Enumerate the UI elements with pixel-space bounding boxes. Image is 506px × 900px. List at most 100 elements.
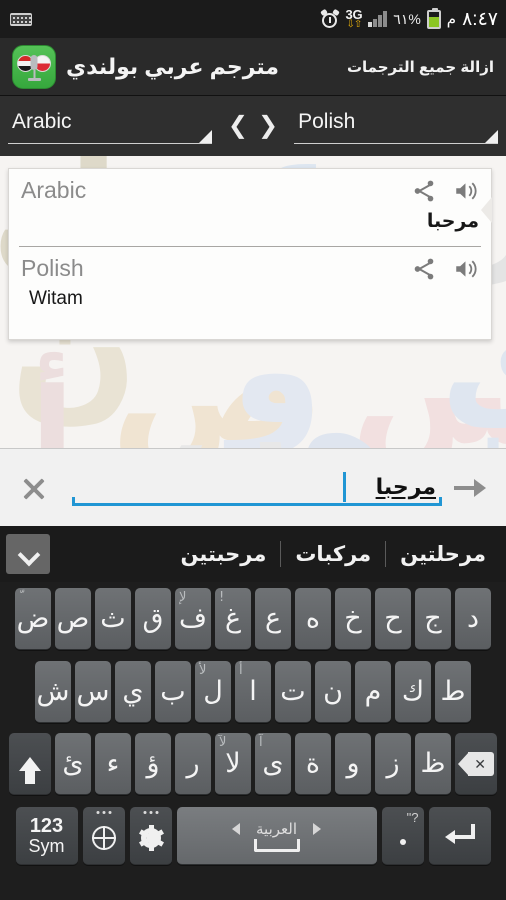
expand-suggestions-button[interactable] bbox=[6, 534, 50, 574]
space-key[interactable]: العربية bbox=[176, 807, 377, 865]
key-daad[interactable]: ّض bbox=[15, 588, 51, 650]
key-label: ه bbox=[305, 603, 321, 634]
key-label: م bbox=[364, 676, 382, 707]
enter-icon bbox=[444, 823, 475, 848]
target-section-header: Polish bbox=[21, 255, 479, 282]
key-alef[interactable]: أا bbox=[235, 661, 271, 723]
am-pm-label: م bbox=[446, 11, 457, 28]
chevron-down-icon bbox=[19, 545, 37, 563]
suggestion-item[interactable]: مركبات bbox=[281, 542, 385, 567]
target-section: Polish Witam bbox=[9, 247, 491, 318]
key-noon[interactable]: ن bbox=[315, 661, 351, 723]
key-label: ر bbox=[186, 748, 200, 779]
key-waw[interactable]: و bbox=[335, 733, 371, 795]
target-actions bbox=[411, 256, 479, 282]
key-ya[interactable]: ي bbox=[115, 661, 151, 723]
key-hamza[interactable]: ء bbox=[95, 733, 131, 795]
key-label: ت bbox=[280, 676, 306, 707]
key-ta[interactable]: ت bbox=[275, 661, 311, 723]
key-seen[interactable]: س bbox=[75, 661, 111, 723]
key-label: ن bbox=[323, 676, 343, 707]
enter-key[interactable] bbox=[428, 807, 491, 865]
share-icon[interactable] bbox=[411, 178, 437, 204]
period-key[interactable]: "? bbox=[381, 807, 424, 865]
key-jeem[interactable]: ج bbox=[415, 588, 451, 650]
share-icon[interactable] bbox=[411, 256, 437, 282]
globe-icon bbox=[91, 825, 116, 850]
key-ain[interactable]: ع bbox=[255, 588, 291, 650]
key-lam-alef[interactable]: ﻵ لا bbox=[215, 733, 251, 795]
key-label: ظ bbox=[420, 748, 446, 779]
key-qaf[interactable]: ق bbox=[135, 588, 171, 650]
space-key-language-label: العربية bbox=[256, 820, 297, 838]
key-label: ا bbox=[249, 676, 257, 707]
key-ba[interactable]: ب bbox=[155, 661, 191, 723]
search-input[interactable]: مرحبا bbox=[72, 462, 442, 514]
speaker-icon[interactable] bbox=[453, 178, 479, 204]
status-bar: 3G ⇩⇧ ٦١% م ٨:٤٧ bbox=[0, 0, 506, 38]
symbols-key[interactable]: 123 Sym bbox=[15, 807, 78, 865]
key-sad[interactable]: ص bbox=[55, 588, 91, 650]
arrow-left-icon[interactable] bbox=[232, 822, 240, 835]
key-waw-hamza[interactable]: ؤ bbox=[135, 733, 171, 795]
speaker-icon[interactable] bbox=[453, 256, 479, 282]
input-value: مرحبا bbox=[375, 473, 436, 499]
key-tah[interactable]: ط bbox=[435, 661, 471, 723]
key-ha[interactable]: ه bbox=[295, 588, 331, 650]
shift-key[interactable] bbox=[9, 733, 51, 795]
keyboard-settings-key[interactable] bbox=[129, 807, 172, 865]
backspace-key[interactable]: ✕ bbox=[455, 733, 497, 795]
key-ta-marbuta[interactable]: ة bbox=[295, 733, 331, 795]
key-tha[interactable]: ث bbox=[95, 588, 131, 650]
key-ra[interactable]: ر bbox=[175, 733, 211, 795]
virtual-keyboard: مرحلتين مركبات مرحبتين ّض ص ث ق ﻹف !غ ع … bbox=[0, 526, 506, 900]
key-kha[interactable]: خ bbox=[335, 588, 371, 650]
source-actions bbox=[411, 178, 479, 204]
clear-all-translations-button[interactable]: ازالة جميع الترجمات bbox=[347, 58, 494, 76]
data-arrows-icon: ⇩⇧ bbox=[346, 19, 363, 30]
swap-languages-button[interactable]: ❮ ❯ bbox=[220, 114, 286, 138]
key-alt-label: أ bbox=[239, 663, 243, 678]
chevron-down-icon bbox=[485, 130, 498, 143]
suggestion-item[interactable]: مرحلتين bbox=[386, 542, 500, 567]
source-section: Arabic مرحبا bbox=[9, 169, 491, 240]
translation-card: Arabic مرحبا Polish Witam bbox=[8, 168, 492, 340]
key-fa[interactable]: ﻹف bbox=[175, 588, 211, 650]
key-label: ل bbox=[203, 676, 223, 707]
symbols-key-line1: 123 bbox=[29, 814, 64, 837]
key-lam[interactable]: ﻷل bbox=[195, 661, 231, 723]
key-zain[interactable]: ز bbox=[375, 733, 411, 795]
key-label: د bbox=[466, 603, 480, 634]
language-switch-key[interactable] bbox=[82, 807, 125, 865]
shift-icon bbox=[19, 756, 41, 784]
target-text: Witam bbox=[29, 288, 83, 309]
key-alt-label: ﻵ bbox=[219, 735, 227, 750]
keyboard-row-3: ئ ء ؤ ر ﻵ لا آى ة و ز ظ ✕ bbox=[0, 728, 506, 800]
clear-input-button[interactable] bbox=[14, 468, 54, 508]
key-yeh-hamza[interactable]: ئ bbox=[55, 733, 91, 795]
translate-submit-button[interactable] bbox=[448, 466, 492, 510]
key-label: ص bbox=[56, 603, 90, 634]
key-label: غ bbox=[224, 603, 242, 634]
key-kaf[interactable]: ك bbox=[395, 661, 431, 723]
key-zah[interactable]: ظ bbox=[415, 733, 451, 795]
battery-icon bbox=[426, 7, 441, 29]
key-dal[interactable]: د bbox=[455, 588, 491, 650]
arrow-right-icon[interactable] bbox=[313, 822, 321, 835]
key-hah[interactable]: ح bbox=[375, 588, 411, 650]
action-bar: مترجم عربي بولندي ازالة جميع الترجمات bbox=[0, 38, 506, 96]
source-language-spinner[interactable]: Arabic bbox=[0, 104, 220, 148]
key-label: ض bbox=[16, 603, 50, 634]
suggestion-item[interactable]: مرحبتين bbox=[167, 542, 281, 567]
spinner-underline bbox=[8, 143, 212, 144]
key-alef-maqsura[interactable]: آى bbox=[255, 733, 291, 795]
key-label: ي bbox=[122, 676, 144, 707]
key-ghain[interactable]: ! غ bbox=[215, 588, 251, 650]
key-label: لا bbox=[225, 748, 241, 779]
swap-left-icon[interactable]: ❮ bbox=[228, 114, 248, 138]
swap-right-icon[interactable]: ❯ bbox=[258, 114, 278, 138]
target-language-spinner[interactable]: Polish bbox=[286, 104, 506, 148]
key-meem[interactable]: م bbox=[355, 661, 391, 723]
input-underline bbox=[72, 496, 442, 506]
key-sheen[interactable]: ش bbox=[35, 661, 71, 723]
